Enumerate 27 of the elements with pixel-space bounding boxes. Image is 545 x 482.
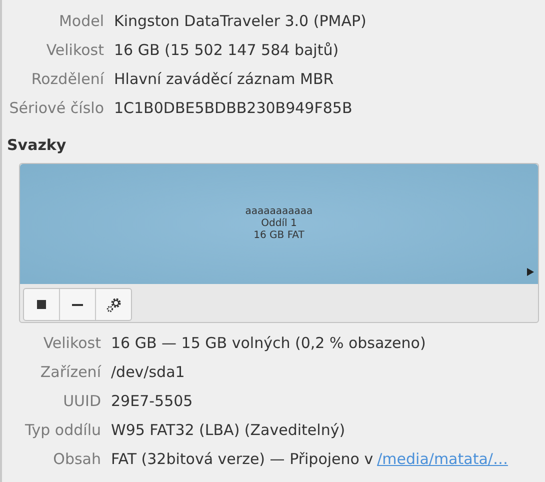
field-value: /dev/sda1 [111, 362, 185, 384]
minus-icon [72, 304, 83, 306]
field-value: Hlavní zaváděcí záznam MBR [114, 69, 334, 90]
field-value: W95 FAT32 (LBA) (Zaveditelný) [111, 420, 346, 442]
field-label: Velikost [45, 40, 104, 62]
field-value: 29E7-5505 [111, 391, 193, 412]
field-value: FAT (32bitová verze) — Připojeno v [111, 449, 374, 470]
field-label: Rozdělení [30, 69, 104, 90]
field-value: 16 GB (15 502 147 584 bajtů) [114, 40, 339, 62]
partition-text: 16 GB FAT [254, 230, 304, 242]
field-label: Zařízení [39, 362, 101, 384]
field-value: 1C1B0DBE5BDBB230B949F85B [114, 98, 352, 120]
field-value: Kingston DataTraveler 3.0 (PMAP) [114, 11, 366, 32]
field-label: Model [58, 11, 104, 32]
partition-block[interactable]: aaaaaaaaaaa Oddíl 1 16 GB FAT [20, 164, 538, 284]
stop-icon [37, 300, 46, 309]
field-label: UUID [62, 391, 101, 412]
partition-text: Oddíl 1 [261, 218, 297, 230]
section-heading: Svazky [7, 134, 66, 156]
play-icon [527, 268, 534, 276]
field-label: Sériové číslo [8, 98, 104, 120]
gears-icon [106, 296, 122, 312]
partition-text: aaaaaaaaaaa [245, 206, 313, 218]
field-label: Velikost [42, 333, 101, 354]
field-value: 16 GB — 15 GB volných (0,2 % obsazeno) [111, 333, 426, 354]
field-label: Obsah [52, 449, 101, 470]
field-label: Typ oddílu [24, 420, 101, 442]
